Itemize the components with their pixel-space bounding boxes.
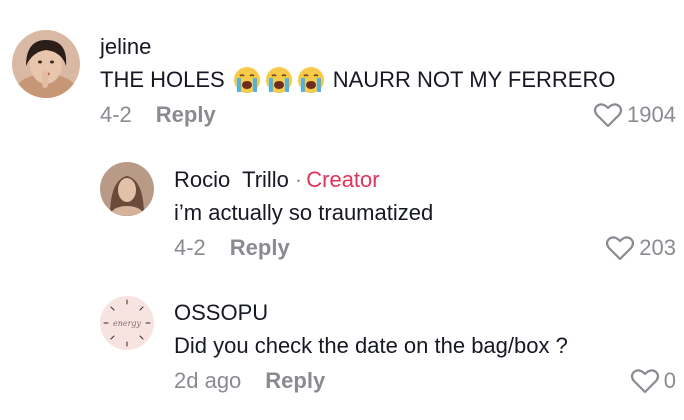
reply-button[interactable]: Reply [230,235,290,260]
loudly-crying-face-icon [297,66,325,94]
comment-meta: 2d ago Reply [174,368,325,394]
like-button[interactable]: 0 [630,368,676,394]
creator-badge: Creator [306,167,380,192]
comment-date: 4-2 [100,102,132,127]
like-count: 1904 [627,102,676,127]
like-count: 203 [639,235,676,260]
comment-text: i’m actually so traumatized [174,200,434,225]
username-text: Rocio Trillo [174,167,289,192]
like-count: 0 [663,368,676,393]
avatar-logo-text: energy [113,319,142,328]
comment-text: THE HOLES NAURR NOT MY FERRERO [100,66,615,94]
comment-text: Did you check the date on the bag/box ? [174,333,568,358]
loudly-crying-face-icon [265,66,293,94]
comment-date: 2d ago [174,368,242,393]
comment-username[interactable]: OSSOPU [174,300,268,326]
loudly-crying-face-icon [233,66,261,94]
comment-text-prefix: THE HOLES [100,67,225,92]
like-button[interactable]: 203 [605,235,676,261]
comment-meta: 4-2 Reply [100,102,216,128]
comment-username[interactable]: Rocio Trillo · Creator [174,167,380,193]
reply-button[interactable]: Reply [265,368,325,393]
comment-date: 4-2 [174,235,206,260]
heart-icon [593,103,623,128]
avatar[interactable] [12,30,80,98]
comment-username[interactable]: jeline [100,34,151,60]
avatar[interactable] [100,162,154,216]
heart-icon [606,236,635,261]
heart-icon [630,369,659,394]
avatar[interactable]: energy [100,296,154,350]
separator-dot: · [294,167,303,192]
like-button[interactable]: 1904 [593,102,676,128]
reply-button[interactable]: Reply [156,102,216,127]
comment-meta: 4-2 Reply [174,235,290,261]
comment-text-suffix: NAURR NOT MY FERRERO [332,67,616,92]
